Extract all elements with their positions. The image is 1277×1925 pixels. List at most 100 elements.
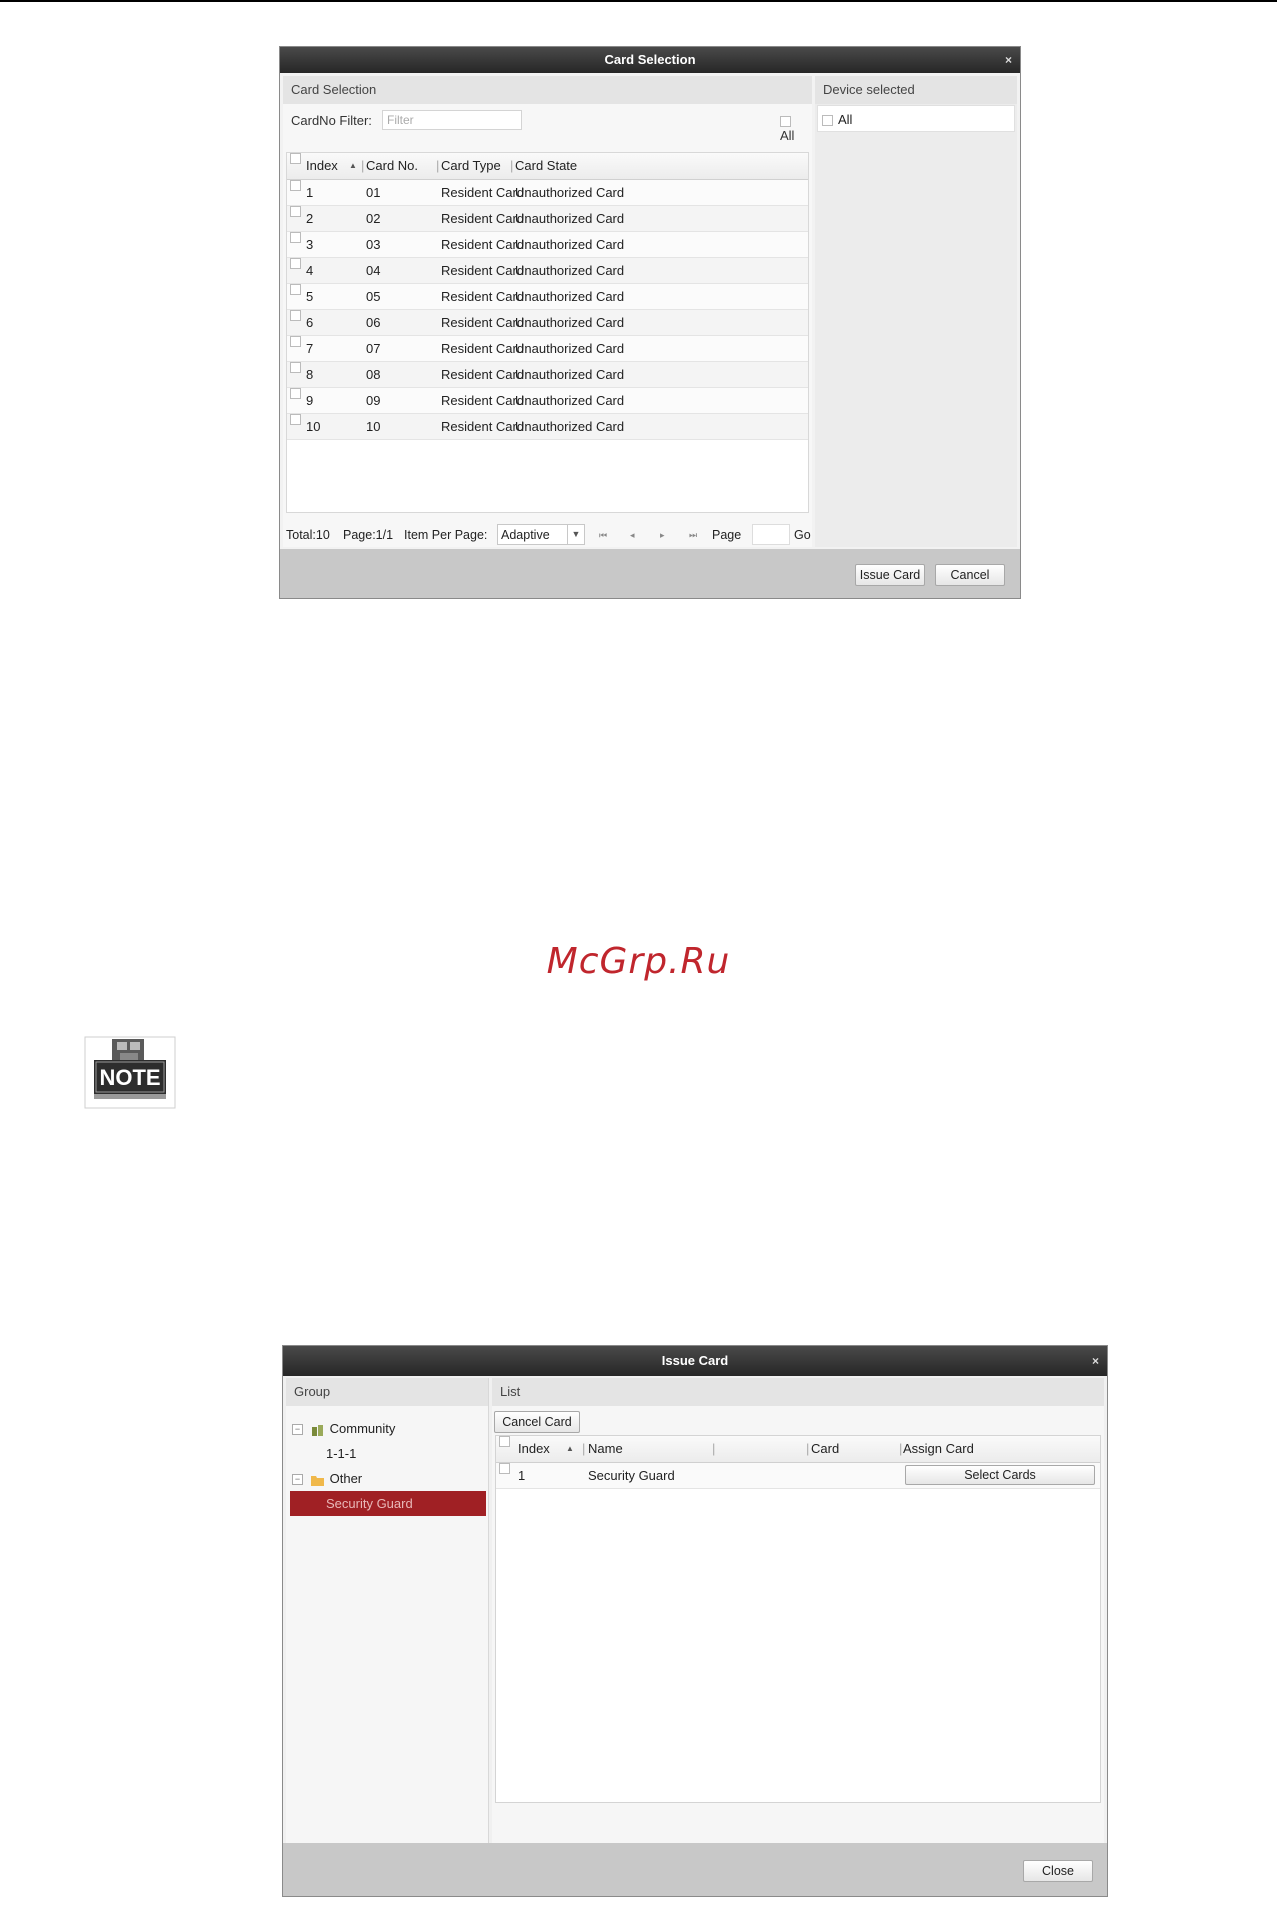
watermark: McGrp.Ru	[546, 941, 731, 982]
dialog-title-bar: Issue Card ×	[283, 1346, 1107, 1376]
go-button[interactable]: Go	[794, 523, 811, 547]
last-page-icon[interactable]: ⏭	[689, 523, 697, 547]
row-card-type: Resident Card	[441, 185, 525, 200]
row-card-state: Unauthorized Card	[515, 237, 625, 252]
row-index: 4	[306, 263, 314, 278]
checkbox-icon	[290, 362, 301, 373]
items-per-page-label: Item Per Page:	[404, 528, 488, 542]
row-index: 6	[306, 315, 314, 330]
row-card-type: Resident Card	[441, 211, 525, 226]
table-row[interactable]: 1 01 Resident Card Unauthorized Card	[287, 180, 808, 206]
column-separator: |	[582, 1441, 586, 1456]
row-card-state: Unauthorized Card	[515, 341, 625, 356]
column-separator: |	[510, 158, 514, 173]
col-card-type[interactable]: Card Type	[441, 153, 501, 179]
checkbox-icon	[290, 153, 301, 164]
close-icon[interactable]: ×	[1005, 47, 1012, 73]
dialog-title: Card Selection	[604, 52, 696, 67]
table-row[interactable]: 9 09 Resident Card Unauthorized Card	[287, 388, 808, 414]
row-index: 2	[306, 211, 314, 226]
tree-node-label: Other	[329, 1471, 363, 1486]
community-icon	[311, 1424, 323, 1436]
device-all-item[interactable]: All	[817, 105, 1015, 132]
table-row[interactable]: 3 03 Resident Card Unauthorized Card	[287, 232, 808, 258]
table-row[interactable]: 10 10 Resident Card Unauthorized Card	[287, 414, 808, 440]
select-all-checkbox[interactable]: All	[780, 113, 808, 143]
filter-row: CardNo Filter: Filter All	[288, 108, 808, 143]
column-separator: |	[712, 1441, 716, 1456]
tree-node-1-1-1[interactable]: 1-1-1	[290, 1441, 486, 1466]
table-row[interactable]: 8 08 Resident Card Unauthorized Card	[287, 362, 808, 388]
row-card-type: Resident Card	[441, 367, 525, 382]
tree-node-other[interactable]: − Other	[290, 1466, 486, 1491]
issue-card-button[interactable]: Issue Card	[855, 564, 925, 586]
close-icon[interactable]: ×	[1092, 1346, 1099, 1376]
col-card[interactable]: Card	[811, 1436, 839, 1462]
table-row[interactable]: 1 Security Guard Select Cards	[496, 1463, 1100, 1489]
checkbox-icon	[290, 258, 301, 269]
items-per-page-value: Adaptive	[501, 528, 550, 542]
card-table-header: Index ▲ | Card No. | Card Type | Card St…	[287, 153, 808, 180]
dialog-footer: Close	[283, 1843, 1107, 1896]
cardno-filter-input[interactable]: Filter	[382, 110, 522, 130]
row-card-no: 07	[366, 341, 381, 356]
checkbox-icon	[290, 206, 301, 217]
row-card-no: 06	[366, 315, 381, 330]
card-selection-dialog: Card Selection × Card Selection CardNo F…	[279, 46, 1021, 599]
dialog-title: Issue Card	[661, 1353, 729, 1368]
row-card-type: Resident Card	[441, 289, 525, 304]
col-index[interactable]: Index	[518, 1436, 550, 1462]
folder-icon	[310, 1475, 324, 1486]
tree-node-security-guard[interactable]: Security Guard	[290, 1491, 486, 1516]
row-card-no: 02	[366, 211, 381, 226]
row-card-type: Resident Card	[441, 419, 525, 434]
row-card-type: Resident Card	[441, 341, 525, 356]
dialog-title-bar: Card Selection ×	[280, 47, 1020, 73]
row-card-state: Unauthorized Card	[515, 393, 625, 408]
row-card-state: Unauthorized Card	[515, 185, 625, 200]
cancel-button[interactable]: Cancel	[935, 564, 1005, 586]
table-row[interactable]: 6 06 Resident Card Unauthorized Card	[287, 310, 808, 336]
tree-node-community[interactable]: − Community	[290, 1416, 486, 1441]
col-index[interactable]: Index	[306, 153, 338, 179]
items-per-page-select[interactable]: Adaptive ▼	[497, 524, 585, 545]
tree-node-label: 1-1-1	[326, 1446, 357, 1461]
page-number-input[interactable]	[752, 524, 790, 545]
first-page-icon[interactable]: ⏮	[599, 523, 607, 547]
row-card-no: 10	[366, 419, 381, 434]
checkbox-icon	[290, 284, 301, 295]
col-assign-card[interactable]: Assign Card	[903, 1436, 974, 1462]
page-label: Page	[712, 528, 742, 542]
table-row[interactable]: 4 04 Resident Card Unauthorized Card	[287, 258, 808, 284]
collapse-icon[interactable]: −	[292, 1474, 303, 1486]
checkbox-icon	[290, 388, 301, 399]
row-card-no: 08	[366, 367, 381, 382]
close-button[interactable]: Close	[1023, 1860, 1093, 1882]
table-row[interactable]: 2 02 Resident Card Unauthorized Card	[287, 206, 808, 232]
page-top-rule	[0, 0, 1277, 2]
column-separator: |	[899, 1441, 903, 1456]
row-card-type: Resident Card	[441, 393, 525, 408]
tree-node-label: Security Guard	[326, 1496, 413, 1511]
collapse-icon[interactable]: −	[292, 1424, 303, 1436]
table-row[interactable]: 5 05 Resident Card Unauthorized Card	[287, 284, 808, 310]
col-card-state[interactable]: Card State	[515, 153, 577, 179]
row-card-no: 04	[366, 263, 381, 278]
device-all-label: All	[838, 112, 853, 127]
row-card-type: Resident Card	[441, 263, 525, 278]
row-card-no: 05	[366, 289, 381, 304]
row-card-type: Resident Card	[441, 237, 525, 252]
select-cards-button[interactable]: Select Cards	[905, 1465, 1095, 1485]
card-selection-header: Card Selection	[283, 76, 812, 104]
note-icon: NOTE	[84, 1036, 176, 1109]
cancel-card-button[interactable]: Cancel Card	[494, 1411, 580, 1433]
prev-page-icon[interactable]: ◂	[630, 523, 635, 547]
checkbox-icon	[290, 414, 301, 425]
table-row[interactable]: 7 07 Resident Card Unauthorized Card	[287, 336, 808, 362]
column-separator: |	[436, 158, 440, 173]
col-name[interactable]: Name	[588, 1436, 623, 1462]
col-card-no[interactable]: Card No.	[366, 153, 418, 179]
next-page-icon[interactable]: ▸	[660, 523, 665, 547]
row-index: 7	[306, 341, 314, 356]
checkbox-icon	[290, 310, 301, 321]
